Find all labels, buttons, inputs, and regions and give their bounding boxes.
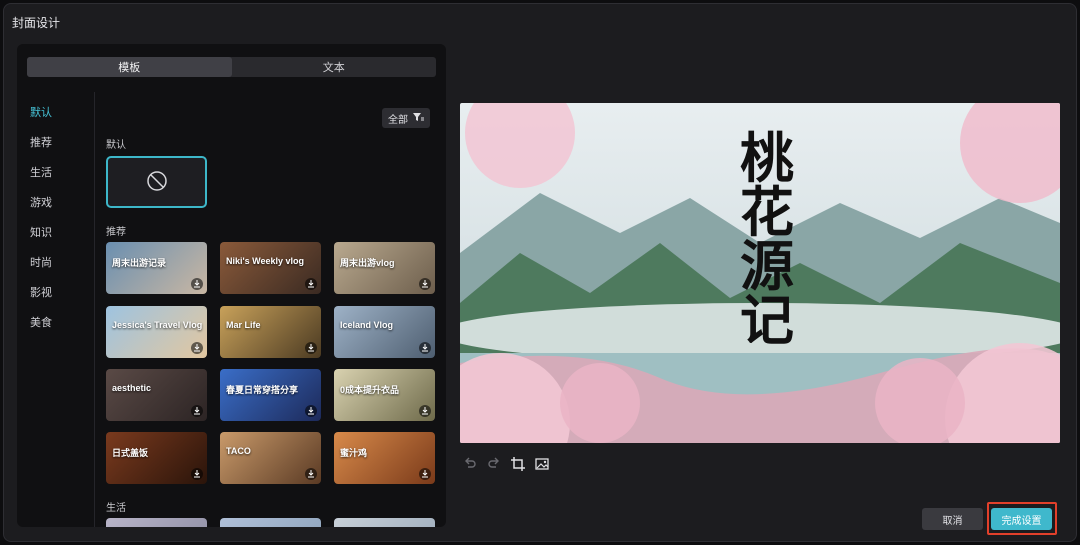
template-list[interactable]: 全部 默认 推荐 周末出游记录 Niki's Weekly vlog 周末出游vlo…: [95, 92, 446, 527]
template-thumbnail[interactable]: [220, 518, 321, 527]
no-template-icon: [146, 170, 168, 195]
template-thumbnail[interactable]: Niki's Weekly vlog: [220, 242, 321, 294]
section-life-label: 生活: [106, 503, 126, 514]
category-recommended[interactable]: 推荐: [30, 134, 52, 150]
template-caption: 周末出游vlog: [340, 258, 395, 268]
download-icon[interactable]: [419, 342, 431, 354]
template-panel: 模板 文本 默认 推荐 生活 游戏 知识 时尚 影视 美食 全部 默认 推荐 周…: [17, 44, 446, 527]
title-char: 花: [740, 180, 794, 244]
redo-icon[interactable]: [486, 456, 502, 472]
filter-label: 全部: [388, 114, 408, 126]
template-caption: Jessica's Travel Vlog: [112, 320, 203, 330]
template-thumbnail[interactable]: 日式盖饭: [106, 432, 207, 484]
window-title: 封面设计: [12, 16, 61, 30]
category-list: 默认 推荐 生活 游戏 知识 时尚 影视 美食: [17, 92, 95, 527]
download-icon[interactable]: [191, 405, 203, 417]
template-thumbnail[interactable]: 春夏日常穿搭分享: [220, 369, 321, 421]
template-thumbnail[interactable]: [106, 518, 207, 527]
template-thumbnail[interactable]: 周末出游记录: [106, 242, 207, 294]
download-icon[interactable]: [419, 468, 431, 480]
template-caption: Mar Life: [226, 320, 261, 330]
template-caption: Niki's Weekly vlog: [226, 256, 305, 266]
tab-text[interactable]: 文本: [232, 57, 437, 77]
undo-icon[interactable]: [462, 456, 478, 472]
template-caption: aesthetic: [112, 383, 152, 393]
category-food[interactable]: 美食: [30, 314, 52, 330]
replace-image-icon[interactable]: [534, 456, 550, 472]
template-thumbnail[interactable]: 0成本提升衣品: [334, 369, 435, 421]
template-thumbnail[interactable]: [334, 518, 435, 527]
template-caption: Iceland Vlog: [340, 320, 394, 330]
template-thumbnail[interactable]: TACO: [220, 432, 321, 484]
title-char: 记: [740, 288, 794, 352]
category-knowledge[interactable]: 知识: [30, 224, 52, 240]
download-icon[interactable]: [305, 342, 317, 354]
template-caption: TACO: [226, 446, 251, 456]
download-icon[interactable]: [191, 278, 203, 290]
template-thumbnail[interactable]: 周末出游vlog: [334, 242, 435, 294]
no-template-tile[interactable]: [106, 156, 207, 208]
download-icon[interactable]: [191, 342, 203, 354]
download-icon[interactable]: [419, 405, 431, 417]
download-icon[interactable]: [305, 468, 317, 480]
preview-toolbar: [462, 456, 550, 472]
category-life[interactable]: 生活: [30, 164, 52, 180]
panel-tabs: 模板 文本: [27, 57, 436, 77]
cover-design-window: 封面设计 模板 文本 默认 推荐 生活 游戏 知识 时尚 影视 美食 全部 默认: [3, 3, 1077, 542]
category-default[interactable]: 默认: [30, 104, 52, 120]
template-caption: 日式盖饭: [112, 448, 149, 458]
filter-button[interactable]: 全部: [382, 108, 430, 128]
cancel-button[interactable]: 取消: [922, 508, 983, 530]
title-char: 源: [740, 234, 794, 298]
download-icon[interactable]: [305, 278, 317, 290]
download-icon[interactable]: [419, 278, 431, 290]
crop-icon[interactable]: [510, 456, 526, 472]
template-caption: 周末出游记录: [112, 258, 167, 268]
download-icon[interactable]: [191, 468, 203, 480]
template-thumbnail[interactable]: Mar Life: [220, 306, 321, 358]
section-recommended-label: 推荐: [106, 227, 126, 238]
category-fashion[interactable]: 时尚: [30, 254, 52, 270]
cover-preview[interactable]: 桃 花 源 记: [460, 103, 1060, 443]
finish-settings-button[interactable]: 完成设置: [991, 508, 1052, 530]
template-caption: 蜜汁鸡: [340, 448, 368, 458]
tab-templates[interactable]: 模板: [27, 57, 232, 77]
cover-title-text[interactable]: 桃 花 源 记: [722, 131, 812, 347]
title-char: 桃: [740, 126, 794, 190]
template-caption: 春夏日常穿搭分享: [226, 385, 299, 395]
template-thumbnail[interactable]: Iceland Vlog: [334, 306, 435, 358]
template-caption: 0成本提升衣品: [340, 385, 400, 395]
category-games[interactable]: 游戏: [30, 194, 52, 210]
download-icon[interactable]: [305, 405, 317, 417]
category-film[interactable]: 影视: [30, 284, 52, 300]
template-thumbnail[interactable]: aesthetic: [106, 369, 207, 421]
template-thumbnail[interactable]: Jessica's Travel Vlog: [106, 306, 207, 358]
template-thumbnail[interactable]: 蜜汁鸡: [334, 432, 435, 484]
section-default-label: 默认: [106, 140, 126, 151]
filter-icon: [413, 112, 424, 125]
